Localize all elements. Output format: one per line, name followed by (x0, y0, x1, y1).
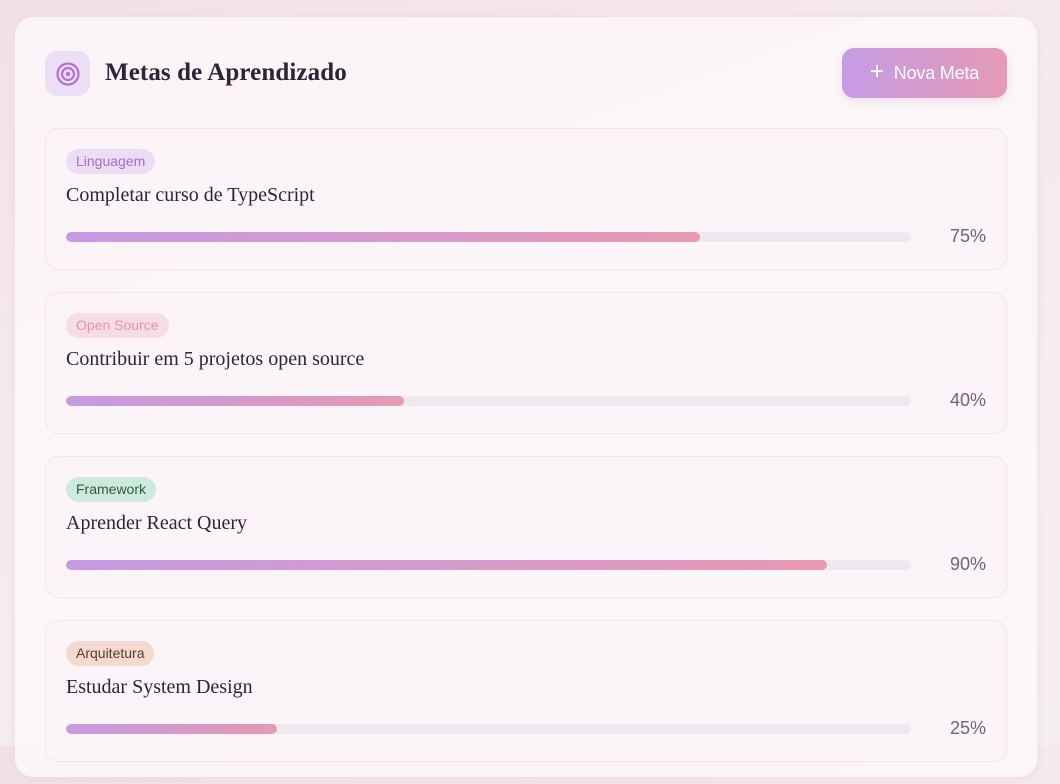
goal-card[interactable]: Linguagem Completar curso de TypeScript … (45, 128, 1007, 270)
goal-card[interactable]: Arquitetura Estudar System Design 25% (45, 620, 1007, 762)
goal-title: Estudar System Design (66, 676, 253, 698)
progress-track (66, 232, 911, 242)
goal-title: Contribuir em 5 projetos open source (66, 348, 365, 370)
progress-fill (66, 560, 827, 570)
goal-card[interactable]: Framework Aprender React Query 90% (45, 456, 1007, 598)
goal-title: Aprender React Query (66, 512, 248, 534)
new-goal-button[interactable]: + Nova Meta (842, 48, 1007, 98)
plus-icon: + (869, 58, 884, 85)
goals-panel: Metas de Aprendizado + Nova Meta Linguag… (15, 17, 1037, 777)
progress-percent: 90% (949, 554, 986, 574)
target-icon (45, 51, 90, 96)
progress-track (66, 560, 911, 570)
goal-card[interactable]: Open Source Contribuir em 5 projetos ope… (45, 292, 1007, 434)
progress-fill (66, 232, 700, 242)
category-tag: Open Source (66, 313, 169, 338)
progress-percent: 75% (949, 226, 986, 246)
category-tag: Arquitetura (66, 641, 155, 666)
progress-fill (66, 396, 404, 406)
progress-track (66, 396, 911, 406)
progress-percent: 40% (949, 390, 986, 410)
category-tag: Linguagem (66, 149, 156, 174)
goal-title: Completar curso de TypeScript (66, 184, 315, 206)
category-tag: Framework (66, 477, 157, 502)
progress-percent: 25% (949, 718, 986, 738)
page-title: Metas de Aprendizado (105, 59, 347, 86)
progress-track (66, 724, 911, 734)
goal-list: Linguagem Completar curso de TypeScript … (45, 128, 1007, 784)
header: Metas de Aprendizado + Nova Meta (45, 48, 1007, 98)
progress-fill (66, 724, 278, 734)
new-goal-button-label: Nova Meta (893, 62, 980, 83)
